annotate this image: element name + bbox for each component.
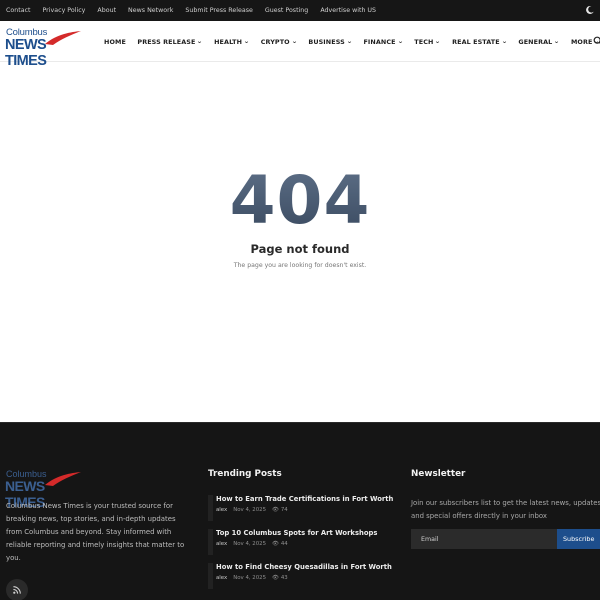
nav-label: BUSINESS xyxy=(308,37,345,46)
chevron-down-icon: ⌄ xyxy=(243,38,250,45)
trending-item-title[interactable]: How to Earn Trade Certifications in Fort… xyxy=(216,495,393,503)
trending-item-meta: alex Nov 4, 2025 👁 44 xyxy=(216,541,288,547)
trending-views: 👁 43 xyxy=(272,575,288,581)
site-footer: Columbus NEWS TIMES Columbus News Times … xyxy=(0,422,600,600)
main-nav: HOME PRESS RELEASE ⌄ HEALTH ⌄ CRYPTO ⌄ BUSI… xyxy=(104,21,600,62)
footer-logo[interactable]: Columbus NEWS TIMES xyxy=(5,469,81,510)
trending-item[interactable]: Top 10 Columbus Spots for Art Workshops … xyxy=(208,529,398,563)
top-link-advertise[interactable]: Advertise with US xyxy=(320,7,376,14)
search-icon[interactable] xyxy=(593,36,600,46)
top-bar: Contact Privacy Policy About News Networ… xyxy=(0,0,600,21)
eye-icon: 👁 xyxy=(272,507,279,513)
chevron-down-icon: ⌄ xyxy=(397,38,404,45)
nav-label: CRYPTO xyxy=(260,37,290,46)
newsletter-title: Newsletter xyxy=(411,469,466,479)
nav-item-tech[interactable]: TECH ⌄ xyxy=(414,37,442,46)
top-link-contact[interactable]: Contact xyxy=(6,7,31,14)
views-count: 43 xyxy=(280,575,288,581)
top-link-submit-press-release[interactable]: Submit Press Release xyxy=(185,7,253,14)
error-title: Page not found xyxy=(250,242,350,256)
nav-label: HOME xyxy=(104,37,126,46)
site-header: Columbus NEWS TIMES HOME PRESS RELEASE ⌄ … xyxy=(0,21,600,69)
trending-item-title[interactable]: Top 10 Columbus Spots for Art Workshops xyxy=(216,529,377,537)
nav-item-business[interactable]: BUSINESS ⌄ xyxy=(308,38,352,46)
views-count: 44 xyxy=(280,541,288,547)
chevron-down-icon: ⌄ xyxy=(291,38,298,45)
trending-date: Nov 4, 2025 xyxy=(233,541,267,547)
nav-label: FINANCE xyxy=(363,37,396,46)
nav-label: MORE xyxy=(570,37,593,46)
eye-icon: 👁 xyxy=(272,575,279,581)
error-code: 404 xyxy=(0,166,600,236)
nav-label: HEALTH xyxy=(214,37,243,46)
error-message: The page you are looking for doesn't exi… xyxy=(233,262,367,269)
rss-glyph xyxy=(13,586,21,594)
top-link-about[interactable]: About xyxy=(97,7,116,14)
trending-item[interactable]: How to Find Cheesy Quesadillas in Fort W… xyxy=(208,563,398,597)
moon-icon[interactable] xyxy=(585,5,595,15)
nav-label: PRESS RELEASE xyxy=(137,37,196,46)
newsletter-text: Join our subscribers list to get the lat… xyxy=(411,499,600,520)
nav-label: GENERAL xyxy=(518,37,553,46)
trending-item-title[interactable]: How to Find Cheesy Quesadillas in Fort W… xyxy=(216,563,392,571)
nav-item-home[interactable]: HOME xyxy=(104,38,126,46)
rss-icon[interactable] xyxy=(6,579,28,600)
trending-date: Nov 4, 2025 xyxy=(233,507,267,513)
trending-author[interactable]: alex xyxy=(216,575,227,581)
trending-views: 👁 44 xyxy=(272,541,288,547)
nav-item-press-release[interactable]: PRESS RELEASE ⌄ xyxy=(137,37,204,46)
nav-item-health[interactable]: HEALTH ⌄ xyxy=(214,37,250,46)
footer-about-text: Columbus News Times is your trusted sour… xyxy=(6,502,185,562)
top-link-privacy-policy[interactable]: Privacy Policy xyxy=(43,7,86,14)
trending-item-meta: alex Nov 4, 2025 👁 43 xyxy=(216,575,288,581)
trending-item-meta: alex Nov 4, 2025 👁 74 xyxy=(216,507,288,513)
email-input[interactable] xyxy=(411,529,557,549)
trending-thumb xyxy=(208,529,213,555)
chevron-down-icon: ⌄ xyxy=(553,38,560,45)
trending-views: 👁 74 xyxy=(272,507,288,513)
views-count: 74 xyxy=(280,507,288,513)
trending-author[interactable]: alex xyxy=(216,507,227,513)
nav-label: TECH xyxy=(414,37,434,46)
trending-title: Trending Posts xyxy=(208,469,282,479)
nav-item-real-estate[interactable]: REAL ESTATE ⌄ xyxy=(452,38,507,46)
trending-thumb xyxy=(208,495,213,521)
eye-icon: 👁 xyxy=(272,541,279,547)
chevron-down-icon: ⌄ xyxy=(346,38,353,45)
error-section: 404 Page not found The page you are look… xyxy=(0,62,600,422)
trending-date: Nov 4, 2025 xyxy=(233,575,267,581)
top-links: Contact Privacy Policy About News Networ… xyxy=(6,0,376,21)
nav-item-crypto[interactable]: CRYPTO ⌄ xyxy=(260,37,298,46)
chevron-down-icon: ⌄ xyxy=(434,38,442,45)
nav-item-finance[interactable]: FINANCE ⌄ xyxy=(363,37,404,46)
subscribe-button[interactable]: Subscribe xyxy=(557,529,600,549)
top-link-news-network[interactable]: News Network xyxy=(128,7,173,14)
trending-author[interactable]: alex xyxy=(216,541,227,547)
trending-item[interactable]: How to Earn Trade Certifications in Fort… xyxy=(208,495,398,529)
trending-thumb xyxy=(208,563,213,589)
nav-label: REAL ESTATE xyxy=(452,37,500,46)
chevron-down-icon: ⌄ xyxy=(501,38,508,45)
top-link-guest-posting[interactable]: Guest Posting xyxy=(265,7,308,14)
chevron-down-icon: ⌄ xyxy=(196,38,204,45)
site-logo[interactable]: Columbus NEWS TIMES xyxy=(5,27,81,69)
nav-item-general[interactable]: GENERAL ⌄ xyxy=(518,37,560,46)
